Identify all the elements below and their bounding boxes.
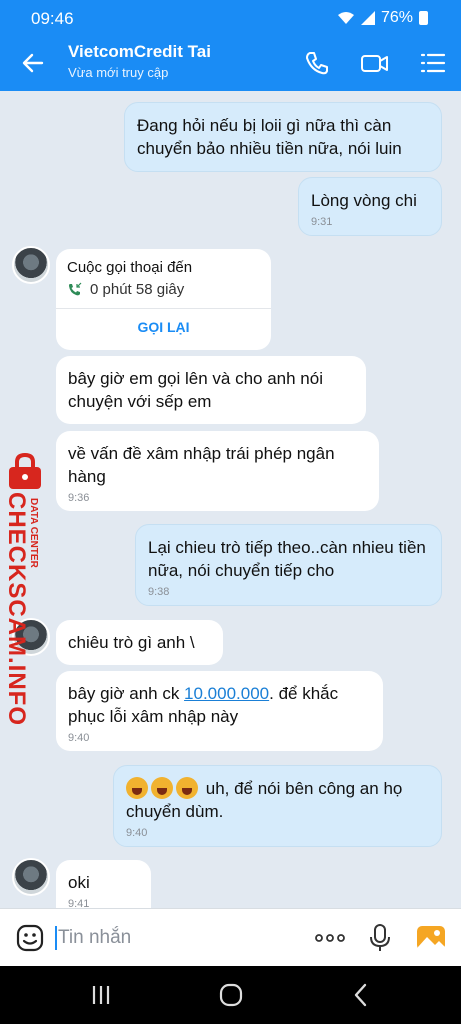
battery-icon — [419, 11, 428, 25]
system-nav-bar — [0, 966, 461, 1024]
divider — [56, 308, 271, 309]
message-time: 9:40 — [68, 732, 90, 744]
message-input-bar: Tin nhắn — [0, 908, 461, 966]
message-list[interactable]: Đang hỏi nếu bị loii gì nữa thì càn chuy… — [0, 91, 461, 908]
message-time: 9:31 — [311, 216, 333, 228]
chat-header: VietcomCredit Tai Vừa mới truy cập — [0, 36, 461, 91]
call-title: Cuộc gọi thoại đến — [67, 259, 193, 276]
incoming-call-icon — [69, 282, 82, 296]
avatar[interactable] — [12, 246, 50, 284]
battery-percent: 76% — [380, 9, 413, 26]
message-time: 9:41 — [68, 898, 90, 908]
message-text: chiêu trò gì anh \ — [68, 633, 195, 652]
avatar[interactable] — [12, 858, 50, 896]
video-camera-icon[interactable] — [359, 48, 389, 78]
arrow-left-icon[interactable] — [18, 48, 48, 78]
message-text: về vấn đề xâm nhập trái phép ngân hàng — [68, 444, 335, 486]
message-outgoing[interactable]: Lại chieu trò tiếp theo..càn nhieu tiền … — [135, 524, 442, 606]
amount-link[interactable]: 10.000.000 — [184, 684, 269, 703]
recent-apps-icon[interactable] — [88, 982, 114, 1008]
contact-name[interactable]: VietcomCredit Tai — [68, 42, 211, 62]
watermark-brand: CHECKSCAM.INFO — [3, 492, 30, 726]
message-incoming[interactable]: về vấn đề xâm nhập trái phép ngân hàng 9… — [56, 431, 379, 511]
message-outgoing[interactable]: Đang hỏi nếu bị loii gì nữa thì càn chuy… — [124, 102, 442, 172]
microphone-icon[interactable] — [368, 923, 392, 953]
message-text: oki — [68, 873, 90, 892]
image-gallery-icon[interactable] — [415, 923, 447, 953]
call-duration: 0 phút 58 giây — [90, 281, 185, 298]
contact-status: Vừa mới truy cập — [68, 65, 169, 80]
message-text: Lòng vòng chi — [311, 191, 417, 210]
laughing-emoji-icon — [151, 777, 173, 799]
phone-icon[interactable] — [302, 48, 332, 78]
list-menu-icon[interactable] — [418, 48, 448, 78]
call-back-button[interactable]: GỌI LẠI — [56, 319, 271, 335]
message-incoming[interactable]: oki 9:41 — [56, 860, 151, 908]
message-incoming[interactable]: bây giờ em gọi lên và cho anh nói chuyện… — [56, 356, 366, 424]
message-time: 9:36 — [68, 492, 90, 504]
incoming-call-card: Cuộc gọi thoại đến 0 phút 58 giây GỌI LẠ… — [56, 249, 271, 350]
message-input[interactable]: Tin nhắn — [58, 927, 131, 949]
back-nav-icon[interactable] — [348, 982, 374, 1008]
message-text-part: bây giờ anh ck — [68, 684, 185, 703]
sticker-smile-icon[interactable] — [15, 923, 45, 953]
lock-icon — [9, 452, 41, 489]
more-dots-icon[interactable] — [312, 923, 348, 953]
message-time: 9:40 — [126, 827, 148, 839]
message-text: Đang hỏi nếu bị loii gì nữa thì càn chuy… — [137, 116, 402, 158]
wifi-icon — [337, 12, 354, 24]
laughing-emoji-icon — [176, 777, 198, 799]
home-icon[interactable] — [218, 982, 244, 1008]
message-text: Lại chieu trò tiếp theo..càn nhieu tiền … — [148, 538, 426, 580]
signal-icon — [360, 11, 375, 25]
message-incoming[interactable]: chiêu trò gì anh \ — [56, 620, 223, 665]
laughing-emoji-icon — [126, 777, 148, 799]
message-text: bây giờ em gọi lên và cho anh nói chuyện… — [68, 369, 323, 411]
message-outgoing[interactable]: Lòng vòng chi 9:31 — [298, 177, 442, 236]
status-bar: 09:46 76% — [0, 0, 461, 36]
message-time: 9:38 — [148, 586, 170, 598]
watermark: DATA CENTER CHECKSCAM.INFO — [0, 450, 50, 726]
message-incoming[interactable]: bây giờ anh ck 10.000.000. để khắc phục … — [56, 671, 383, 751]
message-outgoing[interactable]: uh, để nói bên công an họ chuyển dùm. 9:… — [113, 765, 442, 847]
text-cursor — [55, 926, 57, 950]
status-time: 09:46 — [31, 9, 74, 28]
